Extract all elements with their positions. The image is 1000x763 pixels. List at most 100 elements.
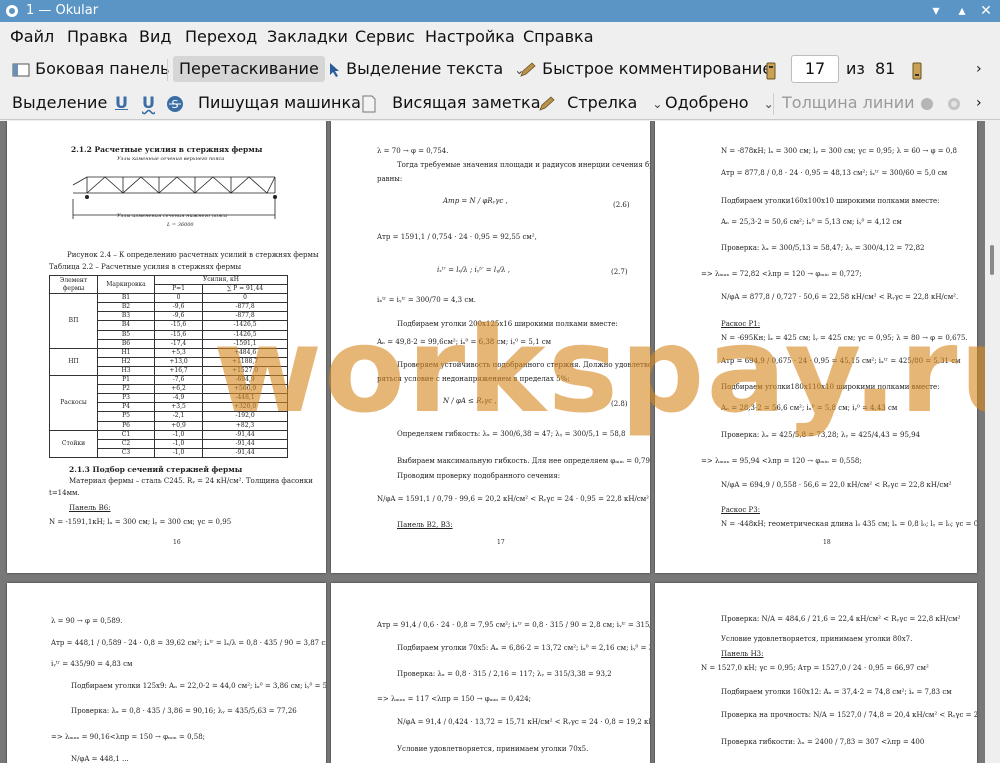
underline-icon[interactable]: U: [115, 90, 128, 116]
close-button[interactable]: ✕: [974, 0, 998, 22]
table-cell: В4: [97, 320, 155, 331]
table-header: Маркировка: [97, 274, 155, 295]
sidebar-icon: [12, 63, 30, 76]
formula: => λₘₐₓ = 72,82 <λпр = 120 → φₘᵢₙ = 0,72…: [701, 270, 862, 278]
next-page-icon[interactable]: [911, 62, 923, 80]
table-cell: Р4: [97, 402, 155, 413]
text-select-button[interactable]: Выделение текста ⌄: [329, 56, 524, 82]
table-cell: Р6: [97, 420, 155, 431]
quick-comment-button[interactable]: Быстрое комментирование: [519, 56, 772, 82]
menu-go[interactable]: Переход: [185, 26, 257, 48]
text-line: N = -448кН; геометрическая длина l₀ 435 …: [721, 520, 977, 528]
equation-number: (2.7): [611, 268, 628, 276]
text-line: Подбираем уголки160х100х10 широкими полк…: [721, 197, 940, 205]
table-cell: С3: [97, 447, 155, 458]
toolbar-overflow-icon[interactable]: ›: [976, 56, 982, 82]
table-cell: В2: [97, 302, 155, 313]
highlight-button[interactable]: Выделение: [12, 90, 107, 116]
main-toolbar: Боковая панель Перетаскивание Выделение …: [0, 52, 1000, 86]
formula: Aₙ = 28,3·2 = 56,6 см²; iₓ⁰ = 5,8 см; iᵧ…: [721, 404, 898, 412]
paragraph: t=14мм.: [49, 489, 80, 497]
previous-page-icon[interactable]: [765, 62, 777, 80]
table-cell: Н2: [97, 356, 155, 367]
table-cell: +1188,7: [202, 356, 288, 367]
arrow-button[interactable]: Стрелка ⌄: [538, 90, 662, 116]
table-cell: -17,4: [153, 338, 204, 349]
stamp-label: Одобрено: [665, 93, 749, 112]
squiggly-icon[interactable]: U: [142, 90, 155, 116]
formula: N = -1591,1кН; lₓ = 300 см; lᵧ = 300 см;…: [49, 518, 232, 526]
table-cell: Н1: [97, 347, 155, 358]
formula: => λₘₐₓ = 95,94 <λпр = 120 → φₘᵢₙ = 0,55…: [701, 457, 862, 465]
text-line: Условие удовлетворяется, принимаем уголк…: [397, 745, 589, 753]
formula: N/φA = 877,8 / 0,727 · 50,6 = 22,58 кН/с…: [721, 293, 959, 301]
table-cell: -1,0: [153, 429, 204, 440]
formula: Проверка на прочность: N/A = 1527,0 / 74…: [721, 711, 977, 719]
menu-edit[interactable]: Правка: [67, 26, 128, 48]
formula: N = 1527,0 кН; γc = 0,95; Aтр = 1527,0 /…: [701, 664, 929, 672]
text-line: ряться условие с недонапряжением в преде…: [377, 375, 570, 383]
opacity-icon[interactable]: [946, 96, 962, 112]
table-cell: +0,9: [153, 420, 204, 431]
formula: Aтр = 448,1 / 0,589 · 24 · 0,8 = 39,62 с…: [51, 639, 326, 647]
drag-button[interactable]: Перетаскивание: [173, 56, 325, 82]
table-cell: +3,5: [153, 402, 204, 413]
text-line: Подбираем уголки180х110х10 широкими полк…: [721, 383, 940, 391]
text-line: Выбираем максимальную гибкость. Для нее …: [397, 457, 650, 465]
menu-tools[interactable]: Сервис: [355, 26, 415, 48]
table-cell: +16,7: [153, 365, 204, 377]
minimize-button[interactable]: ▾: [924, 0, 948, 22]
page-18: N = -878кН; lₓ = 300 см; lᵧ = 300 см; γc…: [655, 121, 977, 573]
table-cell: -1591,1: [202, 338, 288, 349]
formula: => λₘₐₓ = 90,16<λпр = 150 → φₘᵢₙ = 0,58;: [51, 733, 206, 741]
toolbar-separator: [773, 93, 774, 115]
menu-bookmarks[interactable]: Закладки: [267, 26, 348, 48]
sidebar-label: Боковая панель: [35, 59, 170, 78]
table-header: ∑ P = 91,44: [202, 284, 288, 295]
strikeout-icon[interactable]: S: [166, 95, 184, 113]
document-viewport[interactable]: 2.1.2 Расчетные усилия в стержнях фермы …: [0, 121, 985, 763]
typewriter-button[interactable]: Пишущая машинка: [198, 90, 361, 116]
toolbar-overflow-icon[interactable]: ›: [976, 90, 982, 116]
formula: Aₙ = 25,3·2 = 50,6 см²; iₓ⁰ = 5,13 см; i…: [721, 218, 902, 226]
table-cell: +5,3: [153, 347, 204, 358]
table-group-cell: ВП: [49, 293, 98, 349]
menu-help[interactable]: Справка: [523, 26, 594, 48]
menu-view[interactable]: Вид: [139, 26, 171, 48]
text-line: равны:: [377, 175, 403, 183]
sticky-note-button[interactable]: Висящая заметка: [361, 90, 541, 116]
app-icon: [6, 5, 18, 17]
pen-icon: [520, 61, 536, 77]
vertical-scrollbar[interactable]: [985, 121, 1000, 763]
table-header: P=1: [153, 284, 204, 295]
window-title: 1 — Okular: [26, 3, 99, 18]
cursor-icon: [330, 62, 339, 77]
formula: N / φA ≤ Rᵧγc ,: [443, 397, 497, 405]
table-cell: -448,1: [202, 393, 288, 404]
formula: Aтр = 91,4 / 0,6 · 24 · 0,8 = 7,95 см²; …: [377, 621, 650, 629]
sidebar-button[interactable]: Боковая панель: [12, 56, 169, 82]
formula: Проверка: λₓ = 425/5,8 = 73,28; λᵧ = 425…: [721, 431, 921, 439]
table-cell: Н3: [97, 365, 155, 377]
table-cell: +566,9: [202, 384, 288, 395]
table-cell: -192,0: [202, 411, 288, 422]
table-group-cell: Стойки: [49, 429, 98, 458]
line-width-button[interactable]: Толщина линии: [782, 90, 915, 116]
menu-settings[interactable]: Настройка: [425, 26, 515, 48]
maximize-button[interactable]: ▴: [950, 0, 974, 22]
table-cell: Р3: [97, 393, 155, 404]
text-line: Условие удовлетворяется, принимаем уголк…: [721, 635, 913, 643]
formula: iᵧᵗʳ = 435/90 = 4,83 см: [51, 660, 133, 668]
sticky-note-label: Висящая заметка: [392, 93, 541, 112]
table-header: Элемент фермы: [49, 274, 98, 295]
formula: Aтр = 1591,1 / 0,754 · 24 · 0,95 = 92,55…: [377, 233, 537, 241]
page-number-input[interactable]: 17: [791, 55, 839, 83]
scrollbar-thumb[interactable]: [990, 245, 994, 275]
color-icon[interactable]: [919, 96, 935, 112]
formula: Подбираем уголки 160х12: Aₙ = 37,4·2 = 7…: [721, 688, 952, 696]
stamp-button[interactable]: Одобрено ⌄: [665, 90, 774, 116]
page-17: λ = 70 → φ = 0,754. Тогда требуемые знач…: [331, 121, 650, 573]
table-cell: +1527,0: [202, 365, 288, 377]
table-cell: В3: [97, 311, 155, 322]
menu-file[interactable]: Файл: [10, 26, 54, 48]
